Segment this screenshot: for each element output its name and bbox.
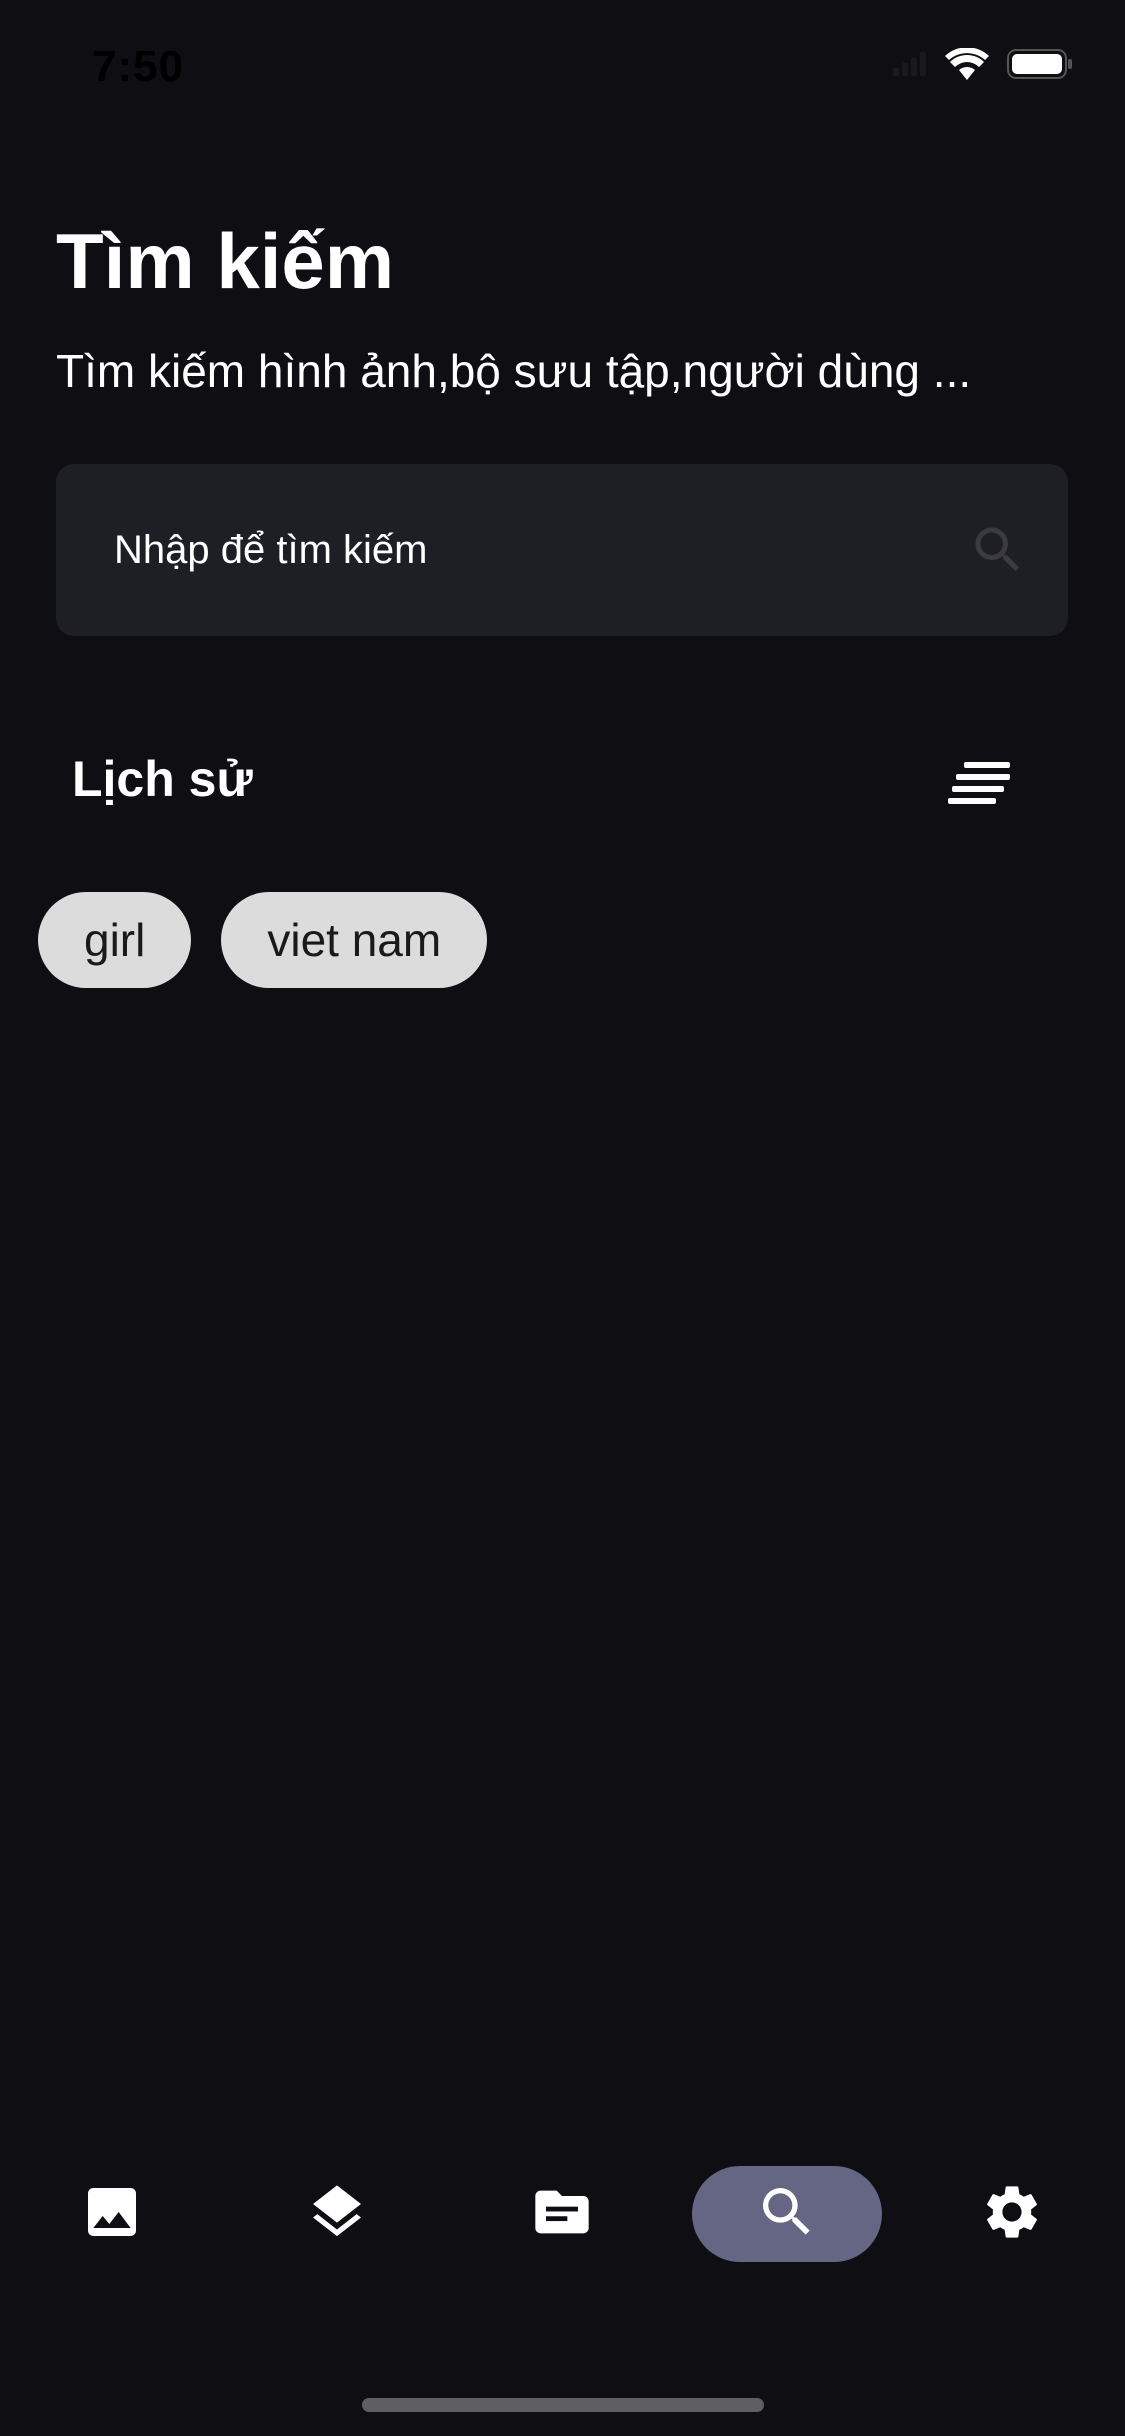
search-input[interactable] — [114, 464, 974, 636]
status-bar: 7:50 — [0, 0, 1125, 132]
status-time: 7:50 — [92, 42, 185, 91]
layers-icon — [305, 2180, 369, 2249]
nav-item-search[interactable] — [692, 2166, 882, 2262]
settings-icon — [980, 2180, 1044, 2249]
nav-item-settings[interactable] — [917, 2166, 1107, 2262]
home-indicator[interactable] — [362, 2398, 764, 2412]
search-box[interactable] — [56, 464, 1068, 636]
page-title: Tìm kiếm — [56, 217, 395, 305]
wifi-icon — [945, 47, 989, 85]
search-icon — [755, 2180, 819, 2249]
nav-item-images[interactable] — [17, 2166, 207, 2262]
search-icon[interactable] — [968, 520, 1028, 580]
folder-icon — [530, 2180, 594, 2249]
cellular-icon — [893, 52, 927, 81]
nav-item-files[interactable] — [467, 2166, 657, 2262]
history-chip[interactable]: girl — [38, 892, 192, 988]
bottom-nav — [0, 2160, 1125, 2270]
status-icons — [893, 47, 1073, 85]
image-icon — [80, 2180, 144, 2249]
history-title: Lịch sử — [72, 751, 253, 807]
page-subtitle: Tìm kiếm hình ảnh,bộ sưu tập,người dùng … — [56, 345, 972, 397]
sort-icon[interactable] — [948, 758, 1014, 808]
history-chips: girl viet nam — [38, 892, 488, 988]
history-chip[interactable]: viet nam — [221, 892, 488, 988]
battery-icon — [1007, 49, 1073, 84]
nav-item-collections[interactable] — [242, 2166, 432, 2262]
